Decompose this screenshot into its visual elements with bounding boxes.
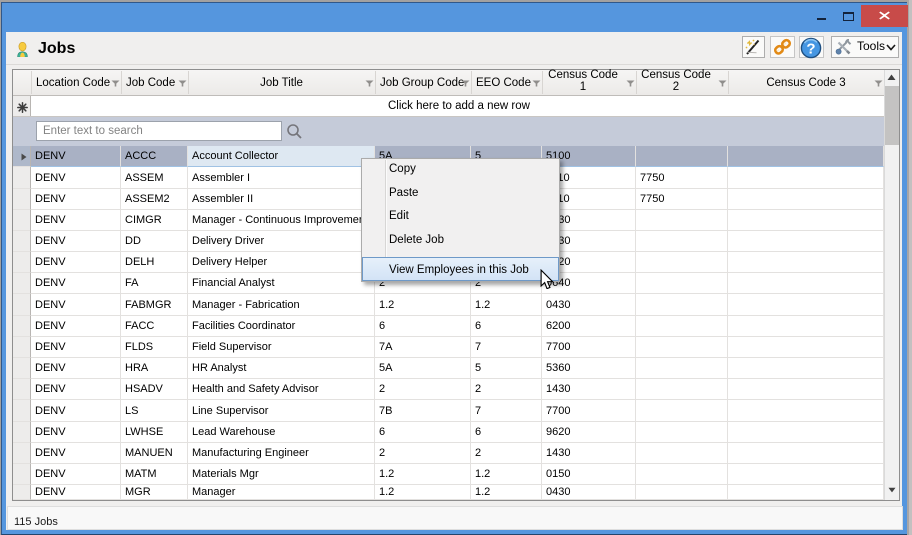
svg-text:?: ? [806, 41, 815, 58]
